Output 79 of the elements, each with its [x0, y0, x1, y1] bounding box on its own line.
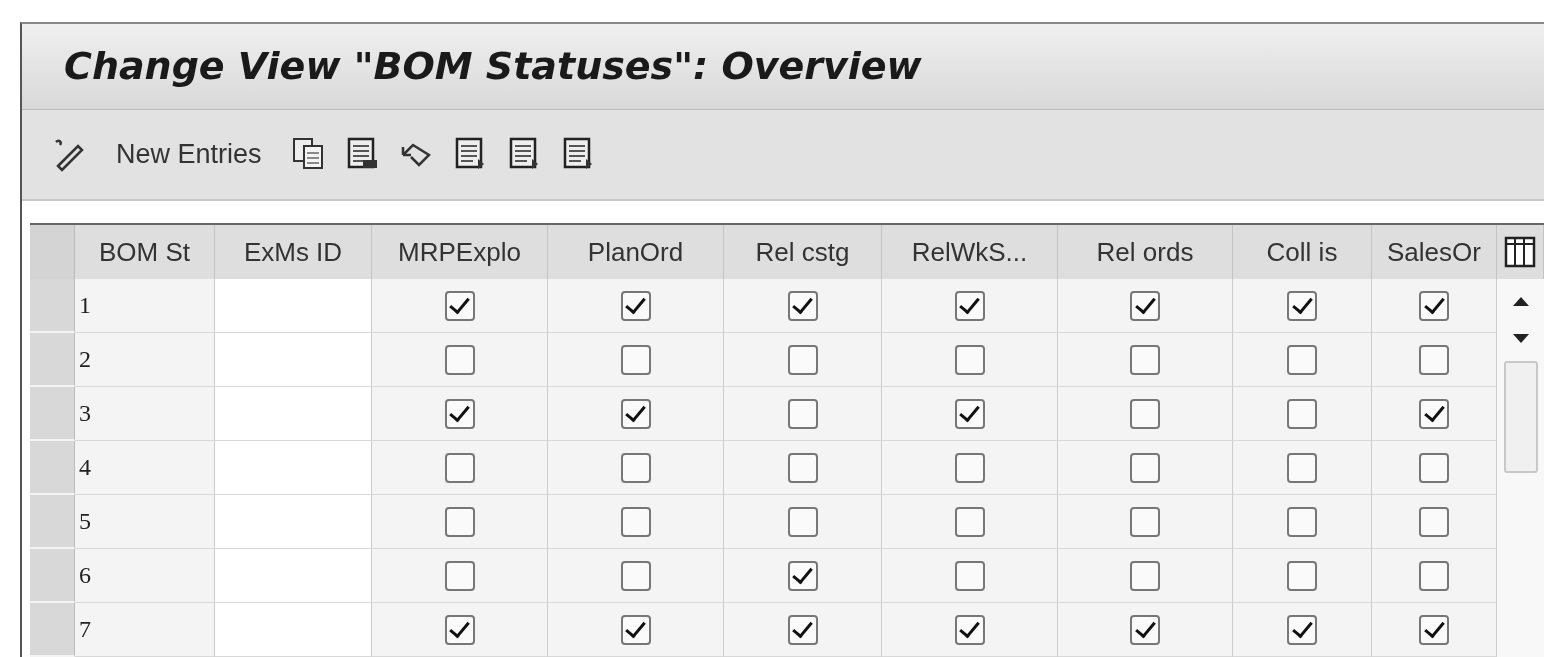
- checkbox[interactable]: [1419, 344, 1449, 375]
- checkbox[interactable]: [444, 506, 475, 537]
- input-field[interactable]: [215, 333, 372, 387]
- checkbox[interactable]: [620, 614, 651, 645]
- table-cell: 7: [75, 603, 215, 657]
- checkbox[interactable]: [1419, 290, 1449, 321]
- column-header[interactable]: Rel ords: [1058, 225, 1233, 279]
- column-header[interactable]: Rel cstg: [724, 225, 882, 279]
- checkbox[interactable]: [1130, 452, 1160, 483]
- checkbox[interactable]: [444, 452, 475, 483]
- input-field[interactable]: [215, 495, 372, 549]
- column-header[interactable]: PlanOrd: [548, 225, 724, 279]
- checkbox[interactable]: [787, 290, 818, 321]
- checkbox[interactable]: [620, 344, 651, 375]
- checkbox[interactable]: [620, 398, 651, 429]
- checkbox[interactable]: [1419, 506, 1449, 537]
- table-cell: 5: [75, 495, 215, 549]
- checkbox[interactable]: [1287, 398, 1317, 429]
- checkbox[interactable]: [1419, 452, 1449, 483]
- input-field[interactable]: [215, 549, 372, 603]
- checkbox[interactable]: [954, 506, 985, 537]
- window-title: Change View "BOM Statuses": Overview: [64, 44, 922, 89]
- scroll-thumb[interactable]: [1503, 361, 1538, 473]
- checkbox[interactable]: [954, 398, 985, 429]
- checkbox[interactable]: [954, 290, 985, 321]
- input-field[interactable]: [215, 279, 372, 333]
- checkbox[interactable]: [787, 398, 818, 429]
- checkbox[interactable]: [1130, 614, 1160, 645]
- checkbox[interactable]: [620, 560, 651, 591]
- checkbox[interactable]: [1419, 398, 1449, 429]
- checkbox[interactable]: [787, 614, 818, 645]
- checkbox[interactable]: [954, 560, 985, 591]
- checkbox[interactable]: [444, 560, 475, 591]
- table-cell: 4: [75, 441, 215, 495]
- column-header[interactable]: BOM St: [75, 225, 215, 279]
- checkbox[interactable]: [620, 452, 651, 483]
- checkbox[interactable]: [1130, 290, 1160, 321]
- checkbox[interactable]: [954, 344, 985, 375]
- scroll-up-icon[interactable]: [1510, 295, 1531, 307]
- checkbox[interactable]: [444, 614, 475, 645]
- column-header[interactable]: RelWkS...: [882, 225, 1058, 279]
- checkbox[interactable]: [444, 290, 475, 321]
- column-header[interactable]: MRPExplo: [372, 225, 548, 279]
- checkbox[interactable]: [1130, 560, 1160, 591]
- column-header[interactable]: Coll is: [1233, 225, 1372, 279]
- checkbox[interactable]: [787, 560, 818, 591]
- checkbox[interactable]: [1287, 344, 1317, 375]
- checkbox[interactable]: [1419, 614, 1449, 645]
- checkbox[interactable]: [1130, 398, 1160, 429]
- checkbox[interactable]: [954, 614, 985, 645]
- input-field[interactable]: [215, 441, 372, 495]
- input-field[interactable]: [215, 387, 372, 441]
- checkbox[interactable]: [787, 452, 818, 483]
- table-cell: 1: [75, 279, 215, 333]
- table-cell: 2: [75, 333, 215, 387]
- new-entries-button[interactable]: New Entries: [104, 138, 272, 170]
- input-field[interactable]: [215, 603, 372, 657]
- checkbox[interactable]: [787, 344, 818, 375]
- checkbox[interactable]: [444, 344, 475, 375]
- column-header[interactable]: ExMs ID: [215, 225, 372, 279]
- checkbox[interactable]: [620, 506, 651, 537]
- table-cell: 3: [75, 387, 215, 441]
- checkbox[interactable]: [620, 290, 651, 321]
- checkbox[interactable]: [444, 398, 475, 429]
- checkbox[interactable]: [954, 452, 985, 483]
- checkbox[interactable]: [787, 506, 818, 537]
- scrollbar[interactable]: [1497, 279, 1544, 657]
- checkbox[interactable]: [1287, 560, 1317, 591]
- checkbox[interactable]: [1287, 506, 1317, 537]
- table-cell: 6: [75, 549, 215, 603]
- checkbox[interactable]: [1419, 560, 1449, 591]
- checkbox[interactable]: [1287, 452, 1317, 483]
- column-settings-icon[interactable]: [1497, 225, 1544, 279]
- checkbox[interactable]: [1287, 290, 1317, 321]
- checkbox[interactable]: [1130, 506, 1160, 537]
- checkbox[interactable]: [1130, 344, 1160, 375]
- checkbox[interactable]: [1287, 614, 1317, 645]
- column-header[interactable]: SalesOr: [1372, 225, 1497, 279]
- scroll-down-icon[interactable]: [1510, 333, 1531, 345]
